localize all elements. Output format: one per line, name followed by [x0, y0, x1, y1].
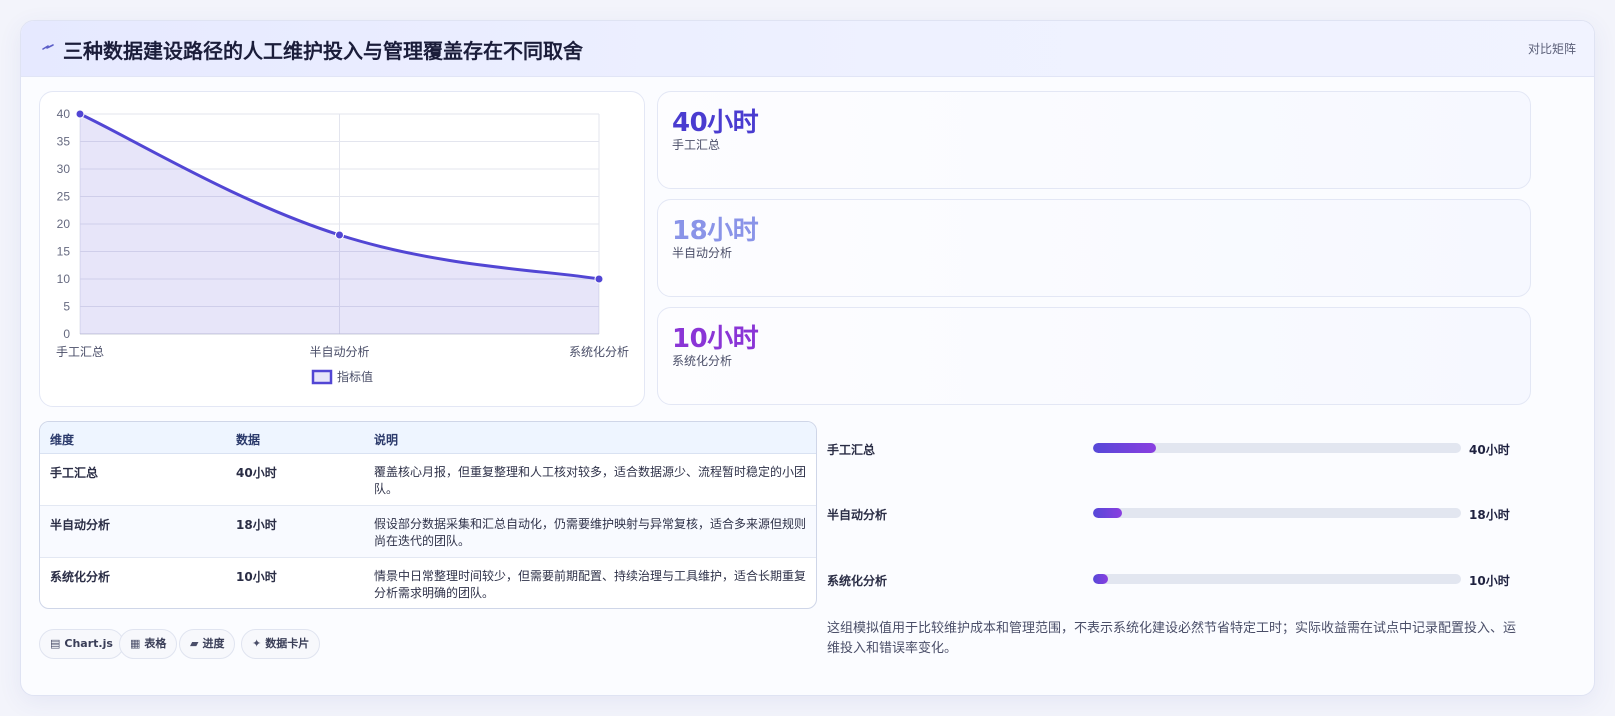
table-cell-description: 覆盖核心月报，但重复整理和人工核对较多，适合数据源少、流程暂时稳定的小团队。	[374, 465, 807, 496]
panel-title: 三种数据建设路径的人工维护投入与管理覆盖存在不同取舍	[63, 39, 583, 63]
table-cell-data: 18小时	[236, 518, 277, 532]
progress-track	[1093, 508, 1461, 518]
progress-track	[1093, 574, 1461, 584]
stat-value: 18小时	[672, 216, 759, 246]
column-header-data: 数据	[236, 433, 261, 447]
chip-table[interactable]: ▦ 表格	[119, 629, 178, 659]
progress-fill	[1093, 508, 1123, 518]
legend-label: 指标值	[337, 369, 373, 384]
table-cell-data: 40小时	[236, 466, 277, 480]
y-tick-label: 5	[63, 300, 70, 314]
table-cell-dimension: 手工汇总	[50, 466, 99, 480]
comparison-table: 维度 数据 说明 手工汇总 40小时 覆盖核心月报，但重复整理和人工核对较多，适…	[39, 421, 817, 609]
chip-label: 进度	[202, 637, 225, 650]
table-row: 半自动分析 18小时 假设部分数据采集和汇总自动化，仍需要维护映射与异常复核，适…	[40, 506, 816, 558]
stat-label: 系统化分析	[672, 354, 733, 368]
column-header-dimension: 维度	[50, 433, 75, 447]
x-tick-label: 半自动分析	[309, 345, 369, 359]
chip-progress[interactable]: ▰ 进度	[179, 629, 236, 659]
progress-icon: ▰	[190, 637, 199, 650]
y-tick-label: 10	[57, 272, 71, 286]
column-header-description: 说明	[374, 433, 399, 447]
stat-card-system: 10小时 系统化分析	[657, 307, 1531, 405]
chip-chartjs[interactable]: ▤ Chart.js	[39, 629, 124, 659]
line-chart-card: 0 5 10 15 20 25 30 35 40 手工汇总 半自动分析 系统化分析指标值	[39, 91, 645, 407]
table-row: 系统化分析 10小时 情景中日常整理时间较少，但需要前期配置、持续治理与工具维护…	[40, 558, 816, 608]
line-chart: 0 5 10 15 20 25 30 35 40 手工汇总 半自动分析 系统化分析指标值	[56, 107, 629, 385]
legend-swatch	[311, 369, 333, 385]
stat-label: 半自动分析	[672, 246, 733, 260]
progress-label: 半自动分析	[827, 508, 888, 522]
y-tick-label: 0	[63, 327, 70, 341]
progress-value: 10小时	[1469, 574, 1510, 588]
y-tick-label: 15	[57, 245, 71, 259]
stat-label: 手工汇总	[672, 138, 721, 152]
data-point	[335, 230, 344, 240]
table-row: 手工汇总 40小时 覆盖核心月报，但重复整理和人工核对较多，适合数据源少、流程暂…	[40, 454, 816, 506]
progress-track	[1093, 443, 1461, 453]
table-cell-data: 10小时	[236, 570, 277, 584]
table-cell-description: 情景中日常整理时间较少，但需要前期配置、持续治理与工具维护，适合长期重复分析需求…	[374, 569, 807, 600]
stat-value: 40小时	[672, 108, 759, 138]
stat-value: 10小时	[672, 324, 759, 354]
table-cell-description: 假设部分数据采集和汇总自动化，仍需要维护映射与异常复核，适合多来源但规则尚在迭代…	[374, 517, 807, 548]
data-point	[594, 274, 604, 284]
progress-value: 18小时	[1469, 508, 1510, 522]
table-cell-dimension: 系统化分析	[50, 570, 111, 584]
y-tick-label: 40	[57, 107, 71, 121]
progress-label: 系统化分析	[827, 574, 888, 588]
progress-row-semi-auto: 半自动分析 18小时	[827, 504, 1517, 524]
comparison-panel: 三种数据建设路径的人工维护投入与管理覆盖存在不同取舍 对比矩阵 0 5 10 15 20…	[20, 20, 1595, 696]
chip-data-card[interactable]: ✦ 数据卡片	[241, 629, 321, 659]
chart-icon: ▤	[50, 637, 61, 650]
y-tick-label: 30	[57, 162, 71, 176]
chip-label: Chart.js	[64, 637, 113, 650]
disclaimer-note: 这组模拟值用于比较维护成本和管理范围，不表示系统化建设必然节省特定工时；实际收益…	[827, 621, 1517, 656]
data-point	[75, 109, 85, 119]
stat-card-manual: 40小时 手工汇总	[657, 91, 1531, 189]
bolt-icon	[42, 44, 54, 50]
chip-label: 表格	[144, 637, 167, 650]
table-header: 维度 数据 说明	[40, 422, 816, 454]
sparkle-icon: ✦	[252, 637, 262, 650]
progress-value: 40小时	[1469, 443, 1510, 457]
progress-row-manual: 手工汇总 40小时	[827, 439, 1517, 459]
table-icon: ▦	[130, 637, 141, 650]
y-tick-label: 25	[57, 190, 71, 204]
table-cell-dimension: 半自动分析	[50, 518, 111, 532]
x-tick-label: 手工汇总	[56, 345, 104, 359]
stat-card-semi-auto: 18小时 半自动分析	[657, 199, 1531, 297]
matrix-tag: 对比矩阵	[1527, 42, 1576, 56]
x-tick-label: 系统化分析	[569, 345, 629, 359]
y-tick-label: 35	[57, 135, 71, 149]
progress-label: 手工汇总	[827, 443, 876, 457]
progress-fill	[1093, 574, 1108, 584]
y-tick-label: 20	[57, 217, 71, 231]
panel-header: 三种数据建设路径的人工维护投入与管理覆盖存在不同取舍 对比矩阵	[21, 21, 1594, 77]
progress-row-system: 系统化分析 10小时	[827, 570, 1517, 590]
progress-fill	[1093, 443, 1156, 453]
chip-label: 数据卡片	[265, 637, 310, 650]
